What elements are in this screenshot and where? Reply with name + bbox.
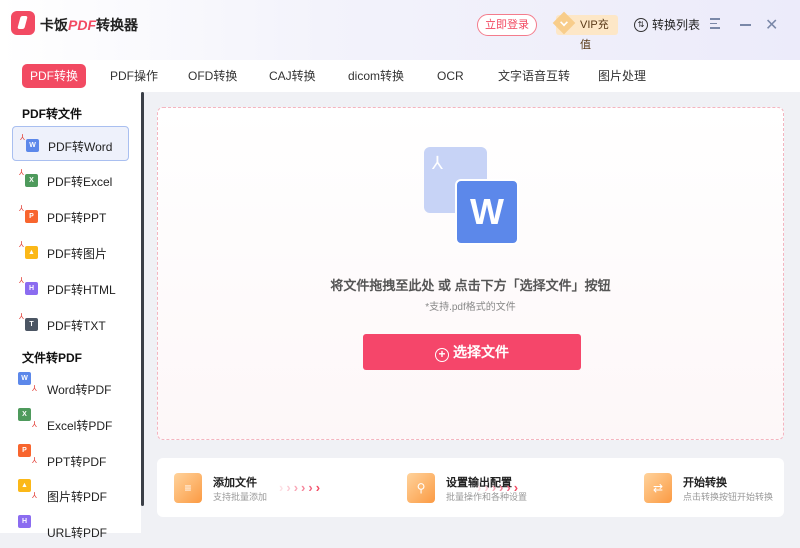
excel-icon: X [25,174,38,187]
sidebar-scrollbar[interactable] [141,92,144,506]
add-file-icon: ≡ [174,473,202,503]
item-label: Excel转PDF [47,417,112,434]
sidebar-item-image-to-pdf[interactable]: ▲⅄ 图片转PDF [12,477,129,512]
menu-icon[interactable] [710,18,720,32]
ppt-icon: P [18,444,31,457]
title-bar: 卡饭PDF转换器 立即登录 VIP充值 ⇅转换列表 ✕ [0,0,800,60]
item-label: Word转PDF [47,381,111,398]
pdf-icon: ⅄ [19,204,24,213]
item-label: PDF转PPT [47,209,106,226]
html-icon: H [18,515,31,528]
pdf-icon: ⅄ [32,456,37,465]
word-icon: W [18,372,31,385]
close-icon[interactable]: ✕ [765,15,778,35]
tab-text-speech[interactable]: 文字语音互转 [490,64,578,88]
html-icon: H [25,282,38,295]
pdf-icon: ⅄ [32,384,37,393]
steps-panel: ≡添加文件支持批量添加 ›››››› ⚲设置输出配置批量操作和各种设置 ››››… [157,458,784,517]
conversion-list-icon: ⇅ [634,18,648,32]
vip-recharge-button[interactable]: VIP充值 [556,15,618,35]
item-label: PPT转PDF [47,453,106,470]
pdf-icon: ⅄ [32,420,37,429]
excel-icon: X [18,408,31,421]
tab-ocr[interactable]: OCR [429,64,472,88]
txt-icon: T [25,318,38,331]
tab-pdf-operations[interactable]: PDF操作 [102,64,166,88]
image-icon: ▲ [18,479,31,492]
pdf-icon: ⅄ [20,133,25,142]
item-label: 图片转PDF [47,488,107,505]
pdf-icon: ⅄ [19,276,24,285]
word-icon: W [26,139,39,152]
tab-pdf-convert[interactable]: PDF转换 [22,64,86,88]
step-desc: 点击转换按钮开始转换 [683,490,773,503]
supported-format-note: *支持.pdf格式的文件 [158,298,783,313]
main-tabs: PDF转换 PDF操作 OFD转换 CAJ转换 dicom转换 OCR 文字语音… [0,60,800,92]
section-file-to-pdf: 文件转PDF [22,349,82,366]
step-desc: 支持批量添加 [213,490,267,503]
item-label: PDF转Word [48,138,112,155]
arrows-icon: ›››››› [279,480,323,495]
sidebar-item-word-to-pdf[interactable]: W⅄ Word转PDF [12,370,129,405]
sidebar-item-ppt-to-pdf[interactable]: P⅄ PPT转PDF [12,442,129,477]
convert-icon: ⇄ [644,473,672,503]
tab-image-processing[interactable]: 图片处理 [590,64,654,88]
step-title: 添加文件 [213,474,257,490]
drop-hint: 将文件拖拽至此处 或 点击下方「选择文件」按钮 [158,275,783,294]
vip-diamond-icon [553,12,576,35]
sidebar-item-pdf-to-ppt[interactable]: ⅄P PDF转PPT [12,198,129,233]
tab-dicom-convert[interactable]: dicom转换 [340,64,412,88]
login-button[interactable]: 立即登录 [477,14,537,36]
section-pdf-to-file: PDF转文件 [22,105,82,122]
item-label: PDF转TXT [47,317,106,334]
item-label: PDF转图片 [47,245,107,262]
tab-ofd-convert[interactable]: OFD转换 [180,64,245,88]
app-title: 卡饭PDF转换器 [40,15,138,35]
item-label: PDF转HTML [47,281,116,298]
app-logo-icon [11,11,35,35]
plus-circle-icon: + [435,348,449,362]
sidebar-item-pdf-to-word[interactable]: ⅄W PDF转Word [12,126,129,161]
ppt-icon: P [25,210,38,223]
sidebar-item-pdf-to-html[interactable]: ⅄H PDF转HTML [12,270,129,305]
image-icon: ▲ [25,246,38,259]
pdf-icon: ⅄ [19,240,24,249]
pdf-icon: ⅄ [19,168,24,177]
sidebar-item-pdf-to-excel[interactable]: ⅄X PDF转Excel [12,162,129,197]
conversion-list-button[interactable]: ⇅转换列表 [634,16,700,33]
pdf-icon: ⅄ [32,491,37,500]
pdf-icon: ⅄ [19,312,24,321]
arrows-icon: ›››››› [477,480,521,495]
sidebar-item-pdf-to-txt[interactable]: ⅄T PDF转TXT [12,306,129,341]
choose-file-button[interactable]: +选择文件 [363,334,581,370]
settings-sliders-icon: ⚲ [407,473,435,503]
step-title: 开始转换 [683,474,727,490]
sidebar-item-pdf-to-image[interactable]: ⅄▲ PDF转图片 [12,234,129,269]
word-file-icon: W [455,179,519,245]
minimize-icon[interactable] [740,24,751,26]
file-drop-zone[interactable]: ⅄ W 将文件拖拽至此处 或 点击下方「选择文件」按钮 *支持.pdf格式的文件… [157,107,784,440]
sidebar-item-excel-to-pdf[interactable]: X⅄ Excel转PDF [12,406,129,441]
sidebar-item-url-to-pdf[interactable]: HURL转PDF [12,513,129,548]
tab-caj-convert[interactable]: CAJ转换 [261,64,324,88]
sidebar: PDF转文件 ⅄WPDF转Word ⅄XPDF转Excel ⅄PPDF转PPT … [0,92,141,533]
item-label: PDF转Excel [47,173,112,190]
